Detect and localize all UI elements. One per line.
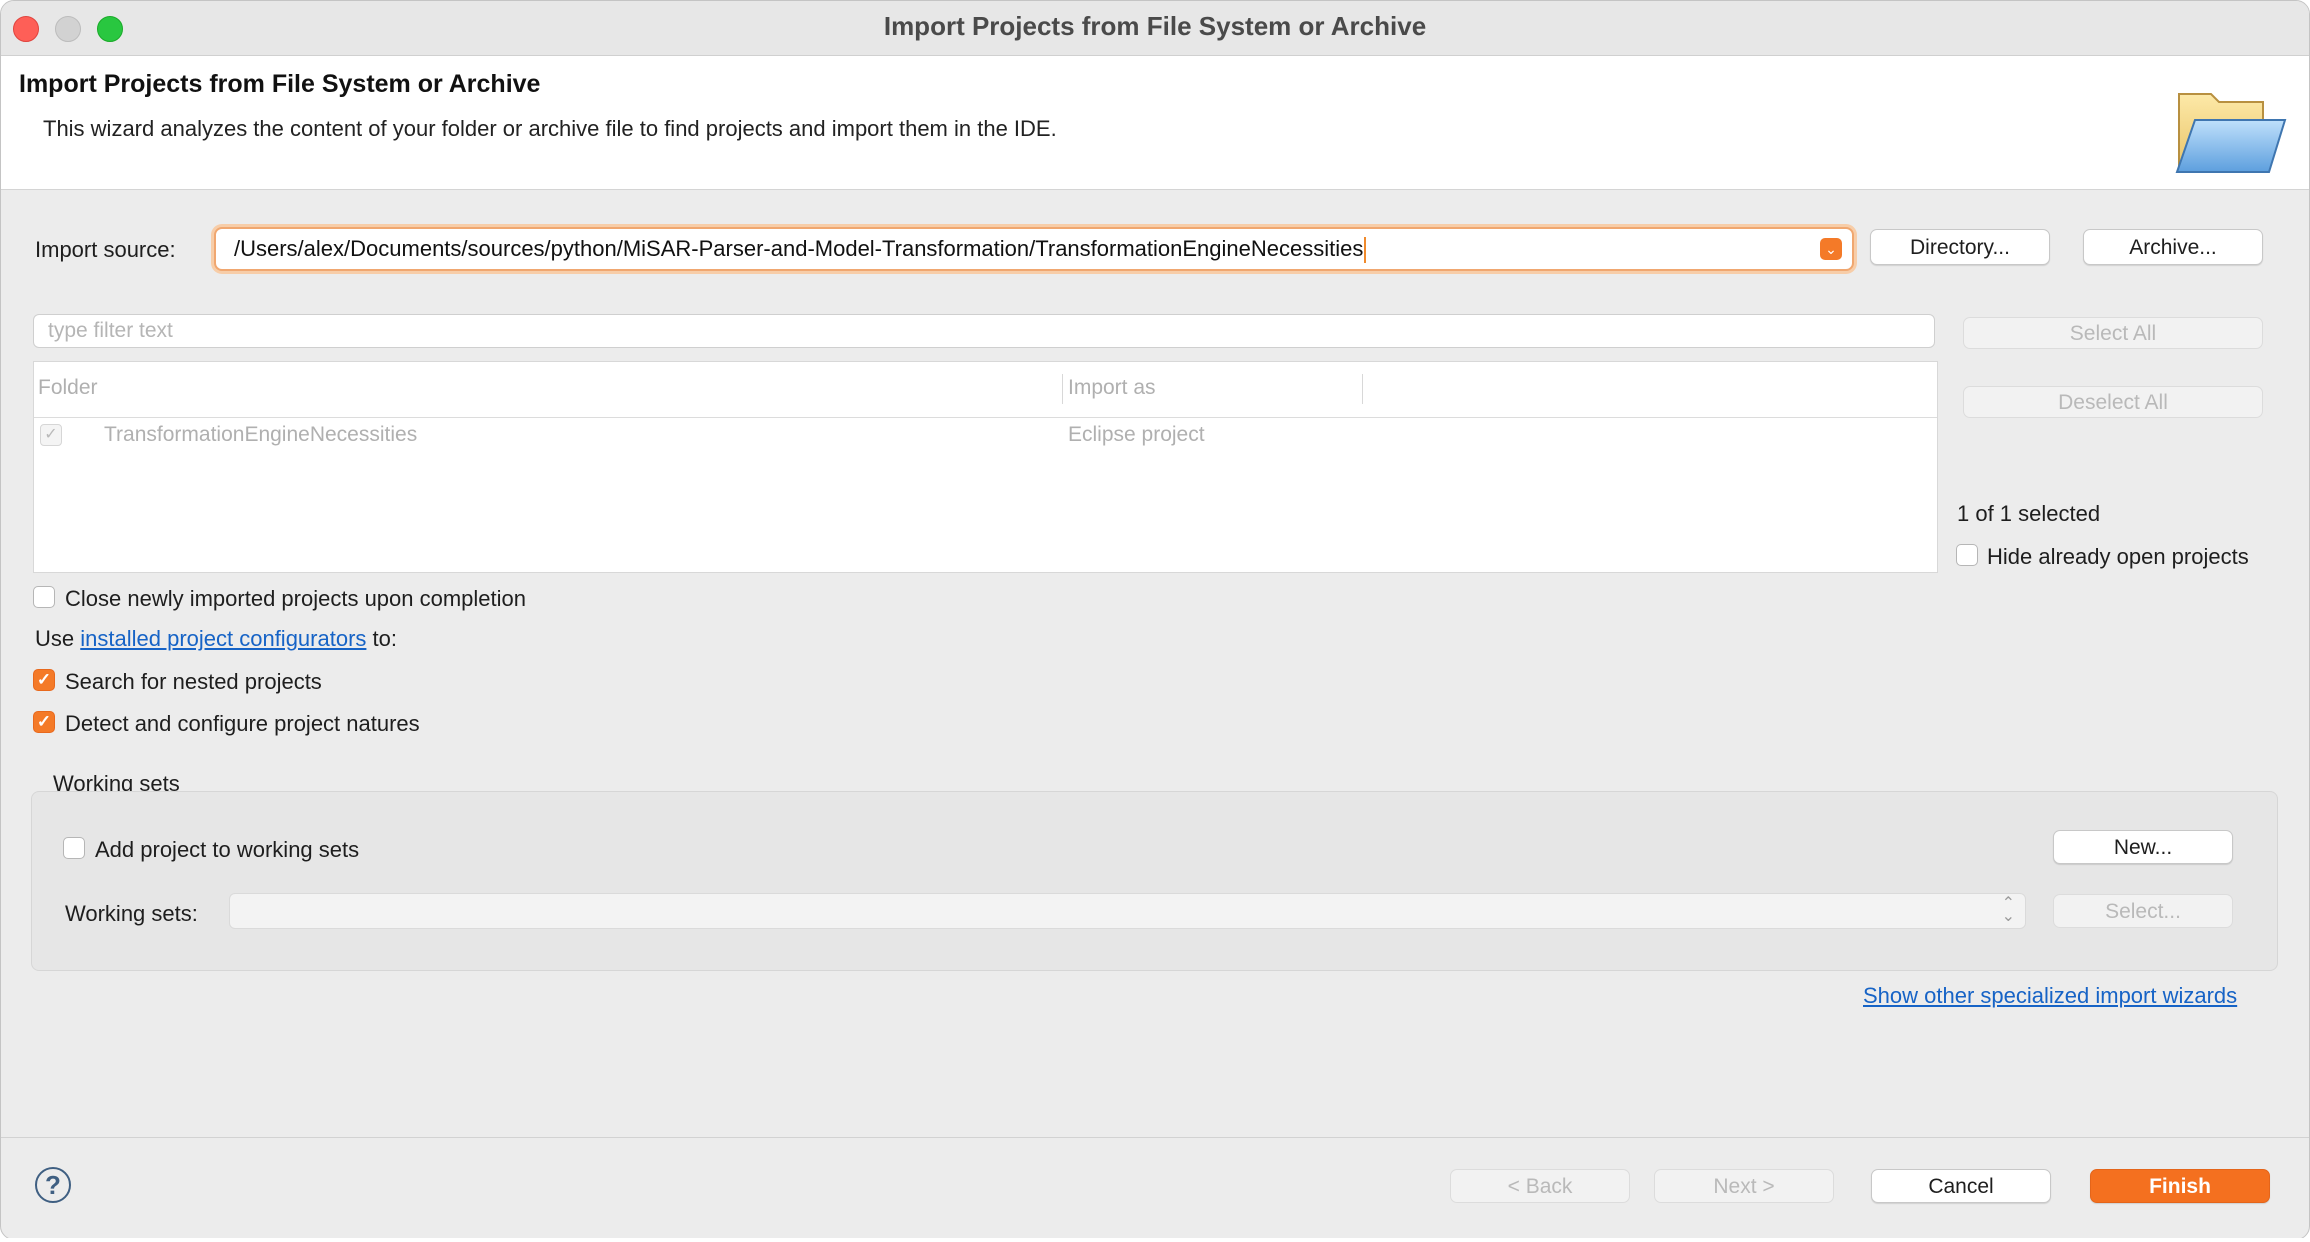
selection-count: 1 of 1 selected [1957,501,2101,526]
next-button[interactable]: Next > [1654,1169,1834,1203]
row-folder: TransformationEngineNecessities [104,423,418,446]
projects-table: Folder Import as ✓ TransformationEngineN… [33,361,1938,573]
select-working-sets-button[interactable]: Select... [2053,894,2233,928]
working-sets-label: Working sets: [65,901,198,926]
wizard-header: Import Projects from File System or Arch… [1,56,2309,190]
configurators-link[interactable]: installed project configurators [80,626,366,651]
project-natures-label[interactable]: Detect and configure project natures [65,711,420,737]
wizard-title: Import Projects from File System or Arch… [19,70,541,98]
updown-chevron-icon: ⌃ ⌄ [2001,895,2015,925]
back-button[interactable]: < Back [1450,1169,1630,1203]
title-bar: Import Projects from File System or Arch… [1,1,2309,56]
filter-input[interactable] [33,314,1935,348]
project-natures-checkbox[interactable]: ✓ [33,711,55,733]
new-working-set-button[interactable]: New... [2053,830,2233,864]
working-sets-select[interactable]: ⌃ ⌄ [229,893,2026,929]
other-wizards-link[interactable]: Show other specialized import wizards [1863,983,2237,1009]
import-source-combo[interactable]: /Users/alex/Documents/sources/python/MiS… [214,227,1854,271]
finish-button[interactable]: Finish [2090,1169,2270,1203]
archive-button[interactable]: Archive... [2083,229,2263,265]
import-dialog-window: Import Projects from File System or Arch… [0,0,2310,1240]
desktop-strip [0,1238,2310,1242]
directory-button[interactable]: Directory... [1870,229,2050,265]
folder-icon [2175,93,2287,173]
column-header-folder[interactable]: Folder [38,376,98,400]
footer-divider [1,1137,2309,1138]
wizard-description: This wizard analyzes the content of your… [43,116,1057,141]
close-projects-checkbox[interactable] [33,586,55,608]
hide-open-label[interactable]: Hide already open projects [1987,544,2249,570]
cancel-button[interactable]: Cancel [1871,1169,2051,1203]
window-title: Import Projects from File System or Arch… [883,11,1427,41]
nested-projects-label[interactable]: Search for nested projects [65,669,322,695]
column-divider[interactable] [1062,374,1063,404]
help-icon[interactable]: ? [35,1167,71,1203]
deselect-all-button[interactable]: Deselect All [1963,386,2263,418]
configurators-line: Use installed project configurators to: [35,626,397,651]
table-header: Folder Import as [34,362,1937,418]
nested-projects-checkbox[interactable]: ✓ [33,669,55,691]
select-all-button[interactable]: Select All [1963,317,2263,349]
import-source-label: Import source: [35,237,176,262]
row-import-as: Eclipse project [1068,423,1205,446]
hide-open-checkbox[interactable] [1956,544,1978,566]
column-divider[interactable] [1362,374,1363,404]
column-header-import-as[interactable]: Import as [1068,376,1156,400]
working-sets-group [31,791,2278,971]
add-working-sets-label[interactable]: Add project to working sets [95,837,359,863]
row-checkbox[interactable]: ✓ [40,424,62,446]
add-working-sets-checkbox[interactable] [63,837,85,859]
close-projects-label[interactable]: Close newly imported projects upon compl… [65,586,526,612]
chevron-down-icon[interactable]: ⌄ [1820,238,1842,260]
table-row[interactable]: ✓ TransformationEngineNecessities Eclips… [34,418,1937,456]
import-source-value[interactable]: /Users/alex/Documents/sources/python/MiS… [234,236,1367,264]
